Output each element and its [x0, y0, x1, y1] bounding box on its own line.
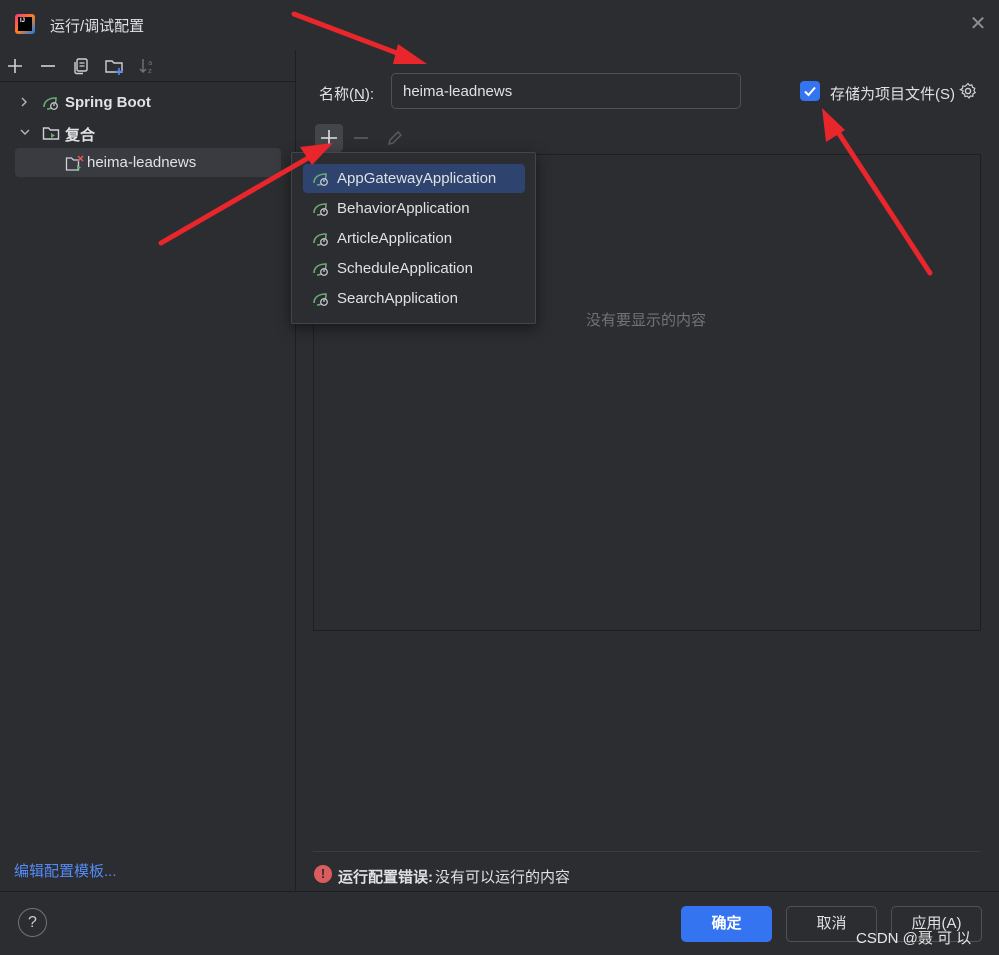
close-icon[interactable]: ✕ [968, 14, 988, 34]
watermark: CSDN @聂 可 以 [856, 930, 972, 947]
spring-boot-icon [312, 291, 330, 307]
chevron-down-icon[interactable] [18, 124, 32, 140]
window-title: 运行/调试配置 [50, 18, 145, 35]
divider [313, 851, 981, 852]
edit-config-templates-link[interactable]: 编辑配置模板... [14, 860, 117, 881]
popup-item-search[interactable]: SearchApplication [303, 284, 525, 313]
copy-icon[interactable] [71, 56, 91, 76]
name-label: 名称(N): [319, 86, 375, 103]
popup-item-label: BehaviorApplication [337, 200, 470, 217]
tree-item-spring-boot[interactable]: Spring Boot [0, 89, 296, 117]
folder-icon [42, 125, 60, 141]
remove-config-button[interactable] [351, 124, 371, 152]
popup-item-label: ScheduleApplication [337, 260, 473, 277]
name-field[interactable] [391, 73, 741, 109]
popup-item-behavior[interactable]: BehaviorApplication [303, 194, 525, 223]
add-config-popup: AppGatewayApplication BehaviorApplicatio… [291, 152, 536, 324]
spring-boot-icon [312, 261, 330, 277]
error-title: 运行配置错误: [338, 869, 433, 886]
popup-item-app-gateway[interactable]: AppGatewayApplication [303, 164, 525, 193]
remove-icon[interactable] [38, 56, 58, 76]
spring-boot-icon [312, 201, 330, 217]
app-logo-icon: IJ [15, 14, 35, 34]
svg-text:z: z [148, 67, 152, 75]
compound-config-icon [65, 155, 84, 171]
pencil-icon[interactable] [385, 127, 405, 149]
popup-item-schedule[interactable]: ScheduleApplication [303, 254, 525, 283]
folder-add-icon[interactable] [104, 56, 124, 76]
add-icon[interactable] [5, 56, 25, 76]
error-icon: ! [314, 865, 332, 883]
spring-boot-icon [312, 171, 330, 187]
sort-icon[interactable]: az [137, 56, 157, 76]
tree-item-compound[interactable]: 复合 [0, 119, 296, 147]
help-button[interactable]: ? [18, 908, 47, 937]
tree-item-label: Spring Boot [65, 94, 151, 111]
popup-item-label: ArticleApplication [337, 230, 453, 247]
empty-list-text: 没有要显示的内容 [586, 312, 707, 329]
left-toolbar: az [0, 50, 296, 82]
store-as-project-file-label[interactable]: 存储为项目文件(S) [830, 83, 955, 104]
app-logo-text: IJ [20, 18, 26, 24]
popup-item-label: SearchApplication [337, 290, 458, 307]
ok-button[interactable]: 确定 [681, 906, 772, 942]
spring-boot-icon [312, 231, 330, 247]
chevron-right-icon[interactable] [18, 94, 32, 110]
tree-item-label: 复合 [65, 127, 96, 144]
tree-item-label: heima-leadnews [87, 154, 197, 171]
spring-boot-icon [42, 95, 60, 111]
tree-item-heima-leadnews-row[interactable]: heima-leadnews [0, 149, 296, 177]
svg-text:a: a [148, 59, 152, 67]
popup-item-label: AppGatewayApplication [337, 170, 497, 187]
gear-icon[interactable] [958, 81, 978, 101]
error-message: 没有可以运行的内容 [435, 869, 571, 886]
add-config-button[interactable] [315, 124, 343, 152]
store-as-project-file-checkbox[interactable] [800, 81, 820, 101]
popup-item-article[interactable]: ArticleApplication [303, 224, 525, 253]
title-bar [0, 0, 999, 50]
